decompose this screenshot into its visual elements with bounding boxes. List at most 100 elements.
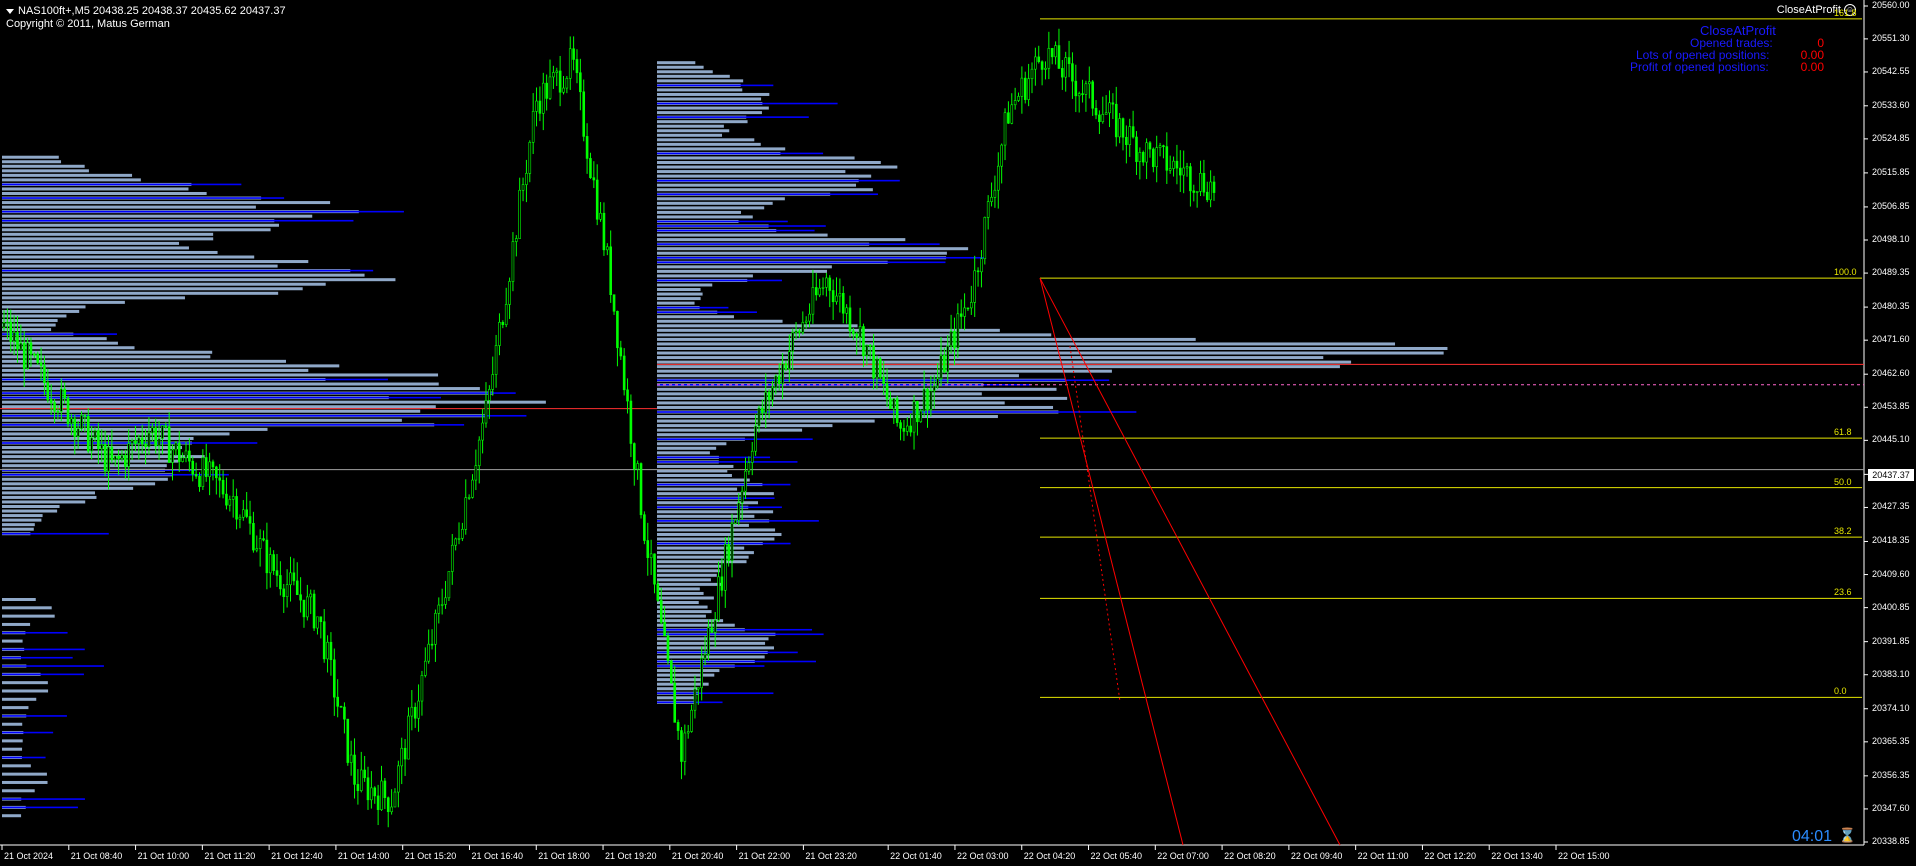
profile-mid-bar xyxy=(657,619,724,623)
profile-mid-line xyxy=(657,116,809,118)
candle-body xyxy=(717,576,720,621)
candle-body xyxy=(943,355,946,373)
profile-mid-bar xyxy=(657,283,713,287)
profile-mid-bar xyxy=(657,578,711,582)
candle-body xyxy=(127,443,131,467)
candle-body xyxy=(53,402,56,412)
candle-body xyxy=(1081,93,1084,95)
current-price-tag: 20437.37 xyxy=(1868,469,1914,481)
candle-body xyxy=(713,619,717,633)
candle-body xyxy=(1172,160,1175,169)
profile-mid-bar xyxy=(657,74,730,78)
candle-body xyxy=(59,388,63,412)
profile-left-low-bar xyxy=(2,772,47,776)
profile-mid-line xyxy=(657,256,985,259)
profile-mid-bar xyxy=(657,555,749,559)
time-tick-label: 22 Oct 08:20 xyxy=(1224,851,1276,861)
candle-body xyxy=(56,410,60,413)
profile-left-bar xyxy=(2,350,213,354)
candle-body xyxy=(885,383,889,400)
profile-left-bar xyxy=(2,228,271,232)
candle-body xyxy=(545,82,548,99)
candle-body xyxy=(231,496,235,500)
candle-body xyxy=(609,246,612,296)
profile-mid-line xyxy=(657,84,774,87)
candle-body xyxy=(370,787,373,801)
candle-body xyxy=(774,375,778,389)
dropdown-triangle-icon[interactable] xyxy=(6,8,14,14)
candle-body xyxy=(909,425,912,433)
profile-mid-bar xyxy=(657,365,1340,369)
candle-body xyxy=(292,572,296,582)
profile-left-bar xyxy=(2,500,86,504)
profile-left-line xyxy=(2,197,285,199)
profile-left-low-bar xyxy=(2,739,23,743)
profile-left-line xyxy=(2,378,388,381)
profile-left-bar xyxy=(2,314,67,318)
profile-mid-bar xyxy=(657,587,700,591)
candle-body xyxy=(700,657,703,689)
candle-body xyxy=(794,330,798,333)
candle-body xyxy=(420,675,424,702)
profile-left-bar xyxy=(2,164,85,168)
profile-mid-bar xyxy=(657,442,727,446)
candle-body xyxy=(427,643,430,662)
candle-body xyxy=(622,355,626,391)
profile-left-bar xyxy=(2,260,309,264)
candle-body xyxy=(720,576,724,591)
fib-level-label: 61.8 xyxy=(1834,427,1852,438)
candle-body xyxy=(1125,136,1128,145)
profile-left-bar xyxy=(2,355,211,359)
price-tick-label: 20533.60 xyxy=(1872,99,1910,110)
profile-mid-line xyxy=(657,229,815,232)
price-tick-label: 20542.55 xyxy=(1872,65,1910,76)
time-tick-label: 21 Oct 18:00 xyxy=(538,851,590,861)
candle-body xyxy=(80,414,83,429)
profile-left-bar xyxy=(2,287,303,291)
profile-left-bar xyxy=(2,328,52,332)
candle-body xyxy=(868,344,872,347)
candle-body xyxy=(1121,118,1125,138)
profile-mid-bar xyxy=(657,510,774,514)
profile-mid-bar xyxy=(657,129,730,133)
candle-body xyxy=(659,600,663,623)
profile-mid-bar xyxy=(657,655,765,659)
candle-body xyxy=(356,784,360,791)
candle-body xyxy=(245,509,248,517)
candle-body xyxy=(632,443,636,470)
candle-body xyxy=(784,363,788,370)
profile-left-line xyxy=(2,333,117,335)
time-tick-label: 22 Oct 04:20 xyxy=(1023,851,1076,861)
profile-mid-bar xyxy=(657,133,723,137)
info-value-profit: 0.00 xyxy=(1800,60,1824,74)
candle-body xyxy=(252,523,255,551)
profile-mid-line xyxy=(657,483,791,486)
candle-body xyxy=(1162,145,1165,147)
profile-left-bar xyxy=(2,459,179,463)
candle-body xyxy=(798,330,801,333)
profile-left-bar xyxy=(2,232,214,236)
profile-left-low-line xyxy=(2,665,104,667)
profile-mid-bar xyxy=(657,433,755,437)
candle-body xyxy=(151,427,154,434)
candle-body xyxy=(86,415,90,452)
price-chart[interactable] xyxy=(0,0,1916,866)
candle-body xyxy=(980,258,983,273)
candle-body xyxy=(309,593,313,598)
chart-window[interactable]: NAS100ft+,M5 20438.25 20438.37 20435.62 … xyxy=(0,0,1916,866)
candle-body xyxy=(242,509,245,518)
profile-mid-line xyxy=(657,193,878,196)
price-tick-label: 20515.85 xyxy=(1872,166,1910,177)
profile-left-line xyxy=(2,210,404,213)
profile-mid-bar xyxy=(657,537,775,541)
candle-body xyxy=(194,474,198,477)
candle-body xyxy=(46,382,50,400)
profile-mid-line xyxy=(657,279,782,282)
profile-mid-bar xyxy=(657,288,701,292)
profile-left-bar xyxy=(2,278,396,282)
candle-body xyxy=(905,425,909,432)
candle-body xyxy=(710,627,714,633)
candle-body xyxy=(646,540,650,558)
chart-title-text: NAS100ft+,M5 20438.25 20438.37 20435.62 … xyxy=(18,5,286,17)
hourglass-icon: ⌛ xyxy=(1838,827,1856,843)
